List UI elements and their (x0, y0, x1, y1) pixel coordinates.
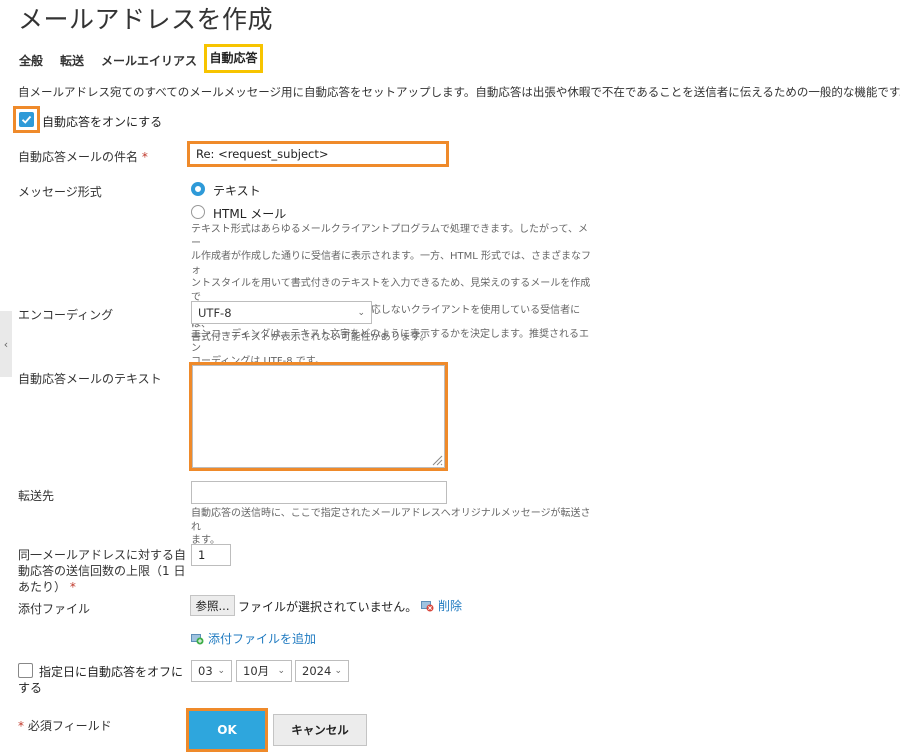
body-text-label: 自動応答メールのテキスト (18, 372, 162, 386)
format-html-radio[interactable] (191, 205, 205, 219)
ok-button-highlight: OK (186, 708, 268, 752)
tab-autoreply[interactable]: 自動応答 (204, 44, 263, 73)
limit-label: 同一メールアドレスに対する自 動応答の送信回数の上限（1 日 あたり） * (18, 548, 187, 594)
limit-input[interactable]: 1 (191, 544, 231, 566)
subject-input[interactable]: Re: <request_subject> (190, 144, 446, 164)
encoding-select[interactable]: UTF-8 ⌄ (191, 301, 372, 324)
forward-label: 転送先 (18, 489, 55, 503)
chevron-down-icon: ⌄ (277, 666, 285, 676)
encoding-label: エンコーディング (18, 308, 114, 322)
autoreply-checkbox[interactable] (13, 106, 40, 133)
section-description: 自メールアドレス宛てのすべてのメールメッセージ用に自動応答をセットアップします。… (18, 85, 900, 99)
attachment-status: ファイルが選択されていません。 (238, 600, 418, 614)
subject-label: 自動応答メールの件名 * (18, 150, 148, 164)
tab-forwarding[interactable]: 転送 (60, 52, 84, 69)
forward-hint: 自動応答の送信時に、ここで指定されたメールアドレスへオリジナルメッセージが転送さ… (191, 508, 591, 546)
sidebar-collapse-handle[interactable]: ‹ (0, 311, 12, 377)
end-date-label: 指定日に自動応答をオフに する (18, 665, 184, 695)
body-text-highlight (189, 362, 448, 471)
tab-mail-aliases[interactable]: メールエイリアス (101, 52, 197, 69)
format-text-label: テキスト (213, 184, 261, 198)
delete-attachment-link[interactable]: 削除 (421, 597, 462, 614)
end-date-month-select[interactable]: 10月 ⌄ (236, 660, 292, 682)
tab-general[interactable]: 全般 (19, 52, 43, 69)
forward-input[interactable] (191, 481, 447, 504)
format-hint: テキスト形式はあらゆるメールクライアントプログラムで処理できます。したがって、メ… (191, 224, 592, 343)
chevron-down-icon: ⌄ (357, 307, 365, 318)
format-text-radio[interactable] (191, 182, 205, 196)
end-date-year-select[interactable]: 2024 ⌄ (295, 660, 349, 682)
add-attachment-link[interactable]: 添付ファイルを追加 (191, 630, 316, 647)
subject-highlight: Re: <request_subject> (187, 141, 449, 167)
chevron-down-icon: ⌄ (334, 666, 342, 676)
resize-handle-icon[interactable] (431, 454, 443, 466)
cancel-button[interactable]: キャンセル (273, 714, 367, 746)
checkmark-icon (19, 112, 34, 127)
add-attachment-icon (191, 633, 204, 644)
format-html-label: HTML メール (213, 207, 287, 221)
end-date-day-select[interactable]: 03 ⌄ (191, 660, 232, 682)
page-title: メールアドレスを作成 (18, 5, 274, 34)
autoreply-checkbox-label: 自動応答をオンにする (42, 115, 163, 129)
required-fields-note: * 必須フィールド (18, 719, 112, 733)
format-label: メッセージ形式 (18, 185, 102, 199)
attachment-label: 添付ファイル (18, 602, 91, 616)
delete-attachment-icon (421, 600, 434, 611)
chevron-down-icon: ⌄ (217, 666, 225, 676)
chevron-left-icon: ‹ (3, 337, 9, 351)
body-text-textarea[interactable] (192, 365, 445, 468)
ok-button[interactable]: OK (189, 711, 265, 749)
browse-button[interactable]: 参照... (190, 595, 235, 616)
